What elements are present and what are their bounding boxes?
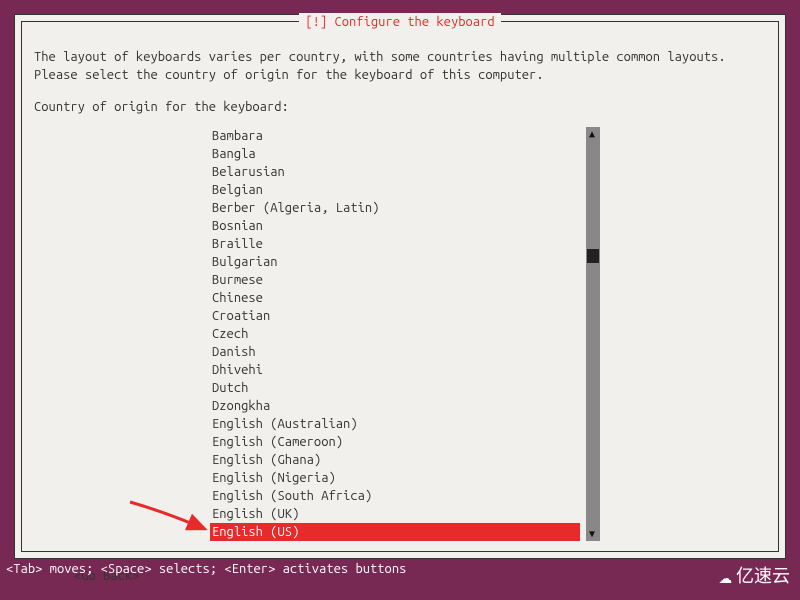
list-item[interactable]: Braille: [210, 235, 580, 253]
scroll-thumb[interactable]: [587, 249, 599, 263]
list-item[interactable]: English (Nigeria): [210, 469, 580, 487]
list-item[interactable]: Dhivehi: [210, 361, 580, 379]
dialog-content: The layout of keyboards varies per count…: [22, 22, 778, 595]
list-item[interactable]: English (Australian): [210, 415, 580, 433]
list-item[interactable]: Bulgarian: [210, 253, 580, 271]
scroll-down-icon[interactable]: ▼: [589, 527, 595, 541]
cloud-icon: ☁: [719, 561, 732, 592]
list-item[interactable]: Czech: [210, 325, 580, 343]
list-item[interactable]: Bosnian: [210, 217, 580, 235]
dialog-border: [!] Configure the keyboard The layout of…: [21, 21, 779, 552]
list-item[interactable]: Croatian: [210, 307, 580, 325]
list-item[interactable]: English (UK): [210, 505, 580, 523]
keyboard-layout-list[interactable]: ▲ ▼ BambaraBanglaBelarusianBelgianBerber…: [210, 127, 580, 541]
list-item[interactable]: English (Ghana): [210, 451, 580, 469]
watermark-text: 亿速云: [736, 564, 790, 589]
dialog-window: [!] Configure the keyboard The layout of…: [14, 14, 786, 559]
prompt-label: Country of origin for the keyboard:: [34, 98, 766, 116]
hint-bar: <Tab> moves; <Space> selects; <Enter> ac…: [0, 558, 800, 580]
list-item[interactable]: Dutch: [210, 379, 580, 397]
list-item[interactable]: Burmese: [210, 271, 580, 289]
list-item[interactable]: Chinese: [210, 289, 580, 307]
list-item[interactable]: Bambara: [210, 127, 580, 145]
title-bar: [!] Configure the keyboard: [22, 21, 778, 39]
list-item[interactable]: Berber (Algeria, Latin): [210, 199, 580, 217]
list-item[interactable]: Belgian: [210, 181, 580, 199]
dialog-title: [!] Configure the keyboard: [299, 13, 500, 31]
instructions-text: The layout of keyboards varies per count…: [34, 48, 766, 84]
watermark: ☁ 亿速云: [719, 561, 790, 592]
list-item[interactable]: Belarusian: [210, 163, 580, 181]
list-item[interactable]: English (South Africa): [210, 487, 580, 505]
scroll-up-icon[interactable]: ▲: [589, 127, 595, 141]
list-item[interactable]: Dzongkha: [210, 397, 580, 415]
scrollbar[interactable]: ▲ ▼: [586, 127, 600, 541]
list-item[interactable]: Danish: [210, 343, 580, 361]
list-item[interactable]: Bangla: [210, 145, 580, 163]
list-item[interactable]: English (US): [210, 523, 580, 541]
list-item[interactable]: English (Cameroon): [210, 433, 580, 451]
